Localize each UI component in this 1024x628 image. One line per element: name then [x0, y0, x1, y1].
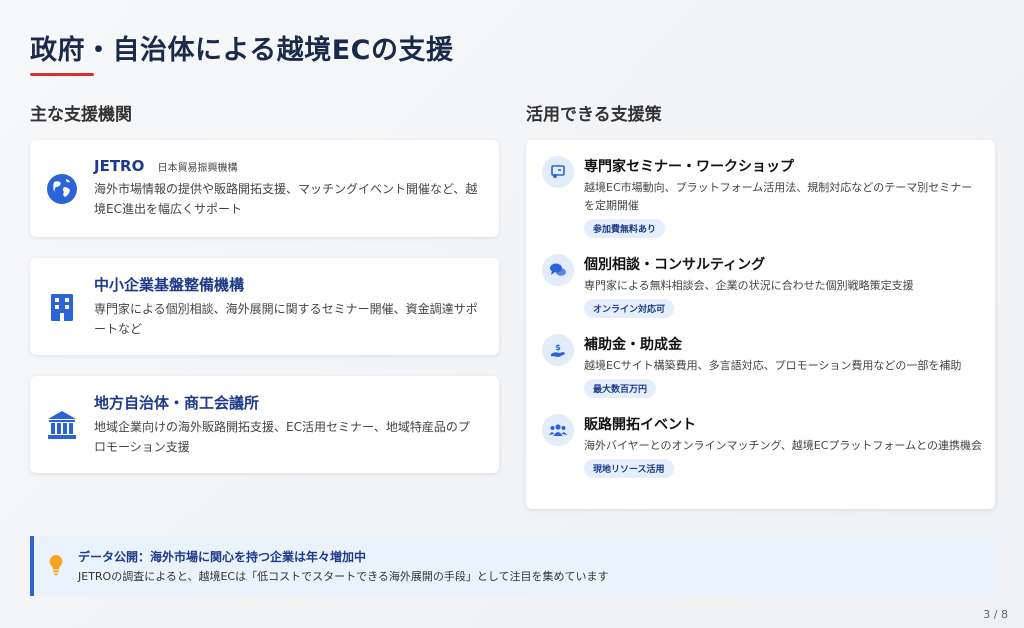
policy-name: 個別相談・コンサルティング [584, 257, 766, 273]
left-section-heading: 主な支援機関 [30, 105, 132, 125]
policy-item-subsidy: $ 補助金・助成金 越境ECサイト構築費用、多言語対応、プロモーション費用などの… [542, 334, 982, 398]
money-hand-icon: $ [542, 334, 574, 366]
policy-description: 海外バイヤーとのオンラインマッチング、越境ECプラットフォームとの連携機会 [584, 439, 982, 452]
policy-panel: 専門家セミナー・ワークショップ 越境EC市場動向、プラットフォーム活用法、規制対… [526, 140, 995, 509]
policy-item-seminar: 専門家セミナー・ワークショップ 越境EC市場動向、プラットフォーム活用法、規制対… [542, 156, 982, 238]
institution-icon [48, 410, 76, 439]
banner-title: データ公開：海外市場に関心を持つ企業は年々増加中 [78, 550, 367, 564]
org-description: 海外市場情報の提供や販路開拓支援、マッチングイベント開催など、越境EC進出を幅広… [94, 182, 478, 216]
org-card-local-government: 地方自治体・商工会議所 地域企業向けの海外販路開拓支援、EC活用セミナー、地域特… [30, 376, 499, 473]
page-number: 3 / 8 [983, 608, 1008, 621]
policy-tag: オンライン対応可 [584, 299, 675, 318]
org-name: 中小企業基盤整備機構 [94, 276, 245, 294]
org-description: 専門家による個別相談、海外展開に関するセミナー開催、資金調達サポートなど [94, 302, 478, 336]
org-subname: 日本貿易振興機構 [157, 163, 238, 174]
title-underline [30, 73, 94, 76]
building-icon [51, 293, 73, 321]
lightbulb-icon [49, 555, 63, 576]
policy-item-consulting: 個別相談・コンサルティング 専門家による無料相談会、企業の状況に合わせた個別戦略… [542, 254, 982, 318]
svg-text:$: $ [555, 343, 561, 352]
policy-description: 専門家による無料相談会、企業の状況に合わせた個別戦略策定支援 [584, 279, 914, 292]
data-banner: データ公開：海外市場に関心を持つ企業は年々増加中 JETROの調査によると、越境… [30, 536, 996, 596]
page-title: 政府・自治体による越境ECの支援 [30, 35, 454, 66]
policy-description: 越境ECサイト構築費用、多言語対応、プロモーション費用などの一部を補助 [584, 359, 962, 372]
policy-tag: 参加費無料あり [584, 219, 666, 238]
people-icon [542, 414, 574, 446]
presentation-icon [542, 156, 574, 188]
policy-description: 越境EC市場動向、プラットフォーム活用法、規制対応などのテーマ別セミナーを定期開… [584, 181, 973, 212]
policy-tag: 最大数百万円 [584, 379, 657, 398]
policy-tag: 現地リソース活用 [584, 459, 674, 478]
policy-name: 補助金・助成金 [584, 337, 682, 353]
org-card-jetro: JETRO 日本貿易振興機構 海外市場情報の提供や販路開拓支援、マッチングイベン… [30, 140, 499, 237]
chat-icon [542, 254, 574, 286]
banner-text: JETROの調査によると、越境ECは「低コストでスタートできる海外展開の手段」と… [78, 570, 609, 583]
policy-name: 専門家セミナー・ワークショップ [584, 159, 794, 175]
org-card-smrj: 中小企業基盤整備機構 専門家による個別相談、海外展開に関するセミナー開催、資金調… [30, 258, 499, 355]
org-name: JETRO [94, 157, 145, 175]
org-name: 地方自治体・商工会議所 [94, 394, 260, 412]
globe-icon [47, 173, 77, 204]
policy-item-event: 販路開拓イベント 海外バイヤーとのオンラインマッチング、越境ECプラットフォーム… [542, 414, 982, 478]
org-description: 地域企業向けの海外販路開拓支援、EC活用セミナー、地域特産品のプロモーション支援 [94, 420, 470, 454]
right-section-heading: 活用できる支援策 [526, 105, 662, 125]
policy-name: 販路開拓イベント [584, 417, 696, 433]
